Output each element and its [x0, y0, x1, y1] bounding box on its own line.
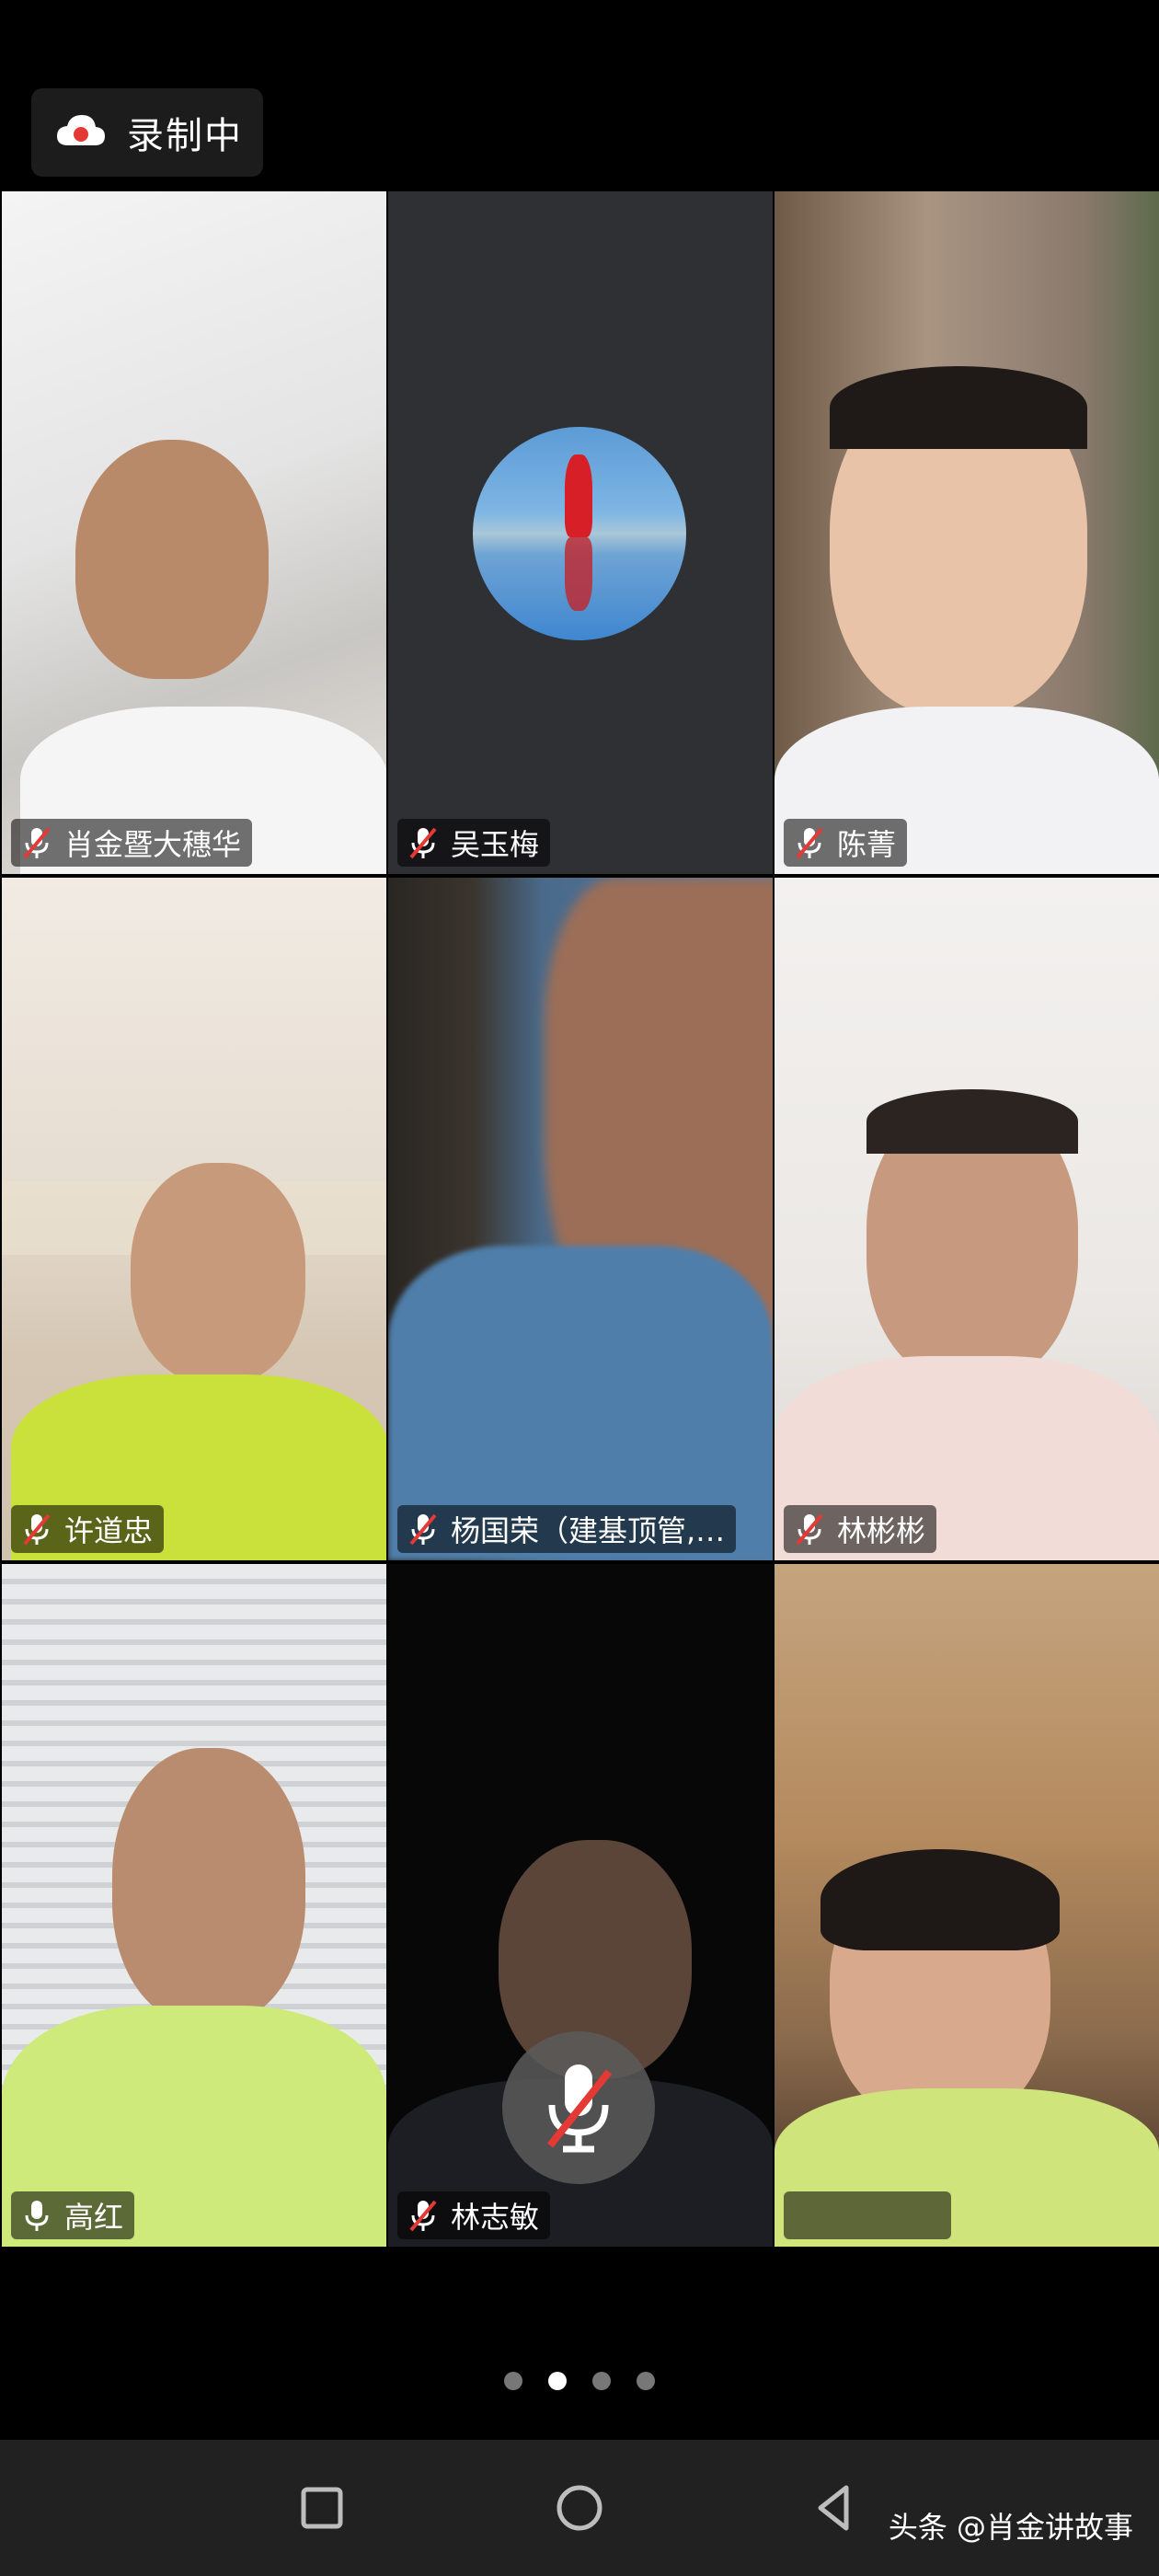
- recording-indicator[interactable]: 录制中: [31, 88, 263, 177]
- participant-tile[interactable]: 许道忠: [2, 878, 386, 1560]
- participant-name: 肖金暨大穗华: [64, 827, 242, 862]
- muted-mic-icon: [796, 827, 823, 859]
- cloud-record-icon: [57, 115, 105, 145]
- page-dot[interactable]: [637, 2372, 655, 2390]
- watermark: 头条 @肖金讲故事: [888, 2510, 1133, 2545]
- participant-avatar: [473, 427, 686, 640]
- participant-tile[interactable]: 肖金暨大穗华: [2, 191, 386, 874]
- participant-name: 林志敏: [451, 2200, 540, 2235]
- participant-face: [75, 440, 269, 679]
- participant-name-chip: 林志敏: [397, 2191, 551, 2239]
- page-dot-active[interactable]: [548, 2372, 567, 2390]
- participant-name: 杨国荣（建基顶管,…: [451, 1513, 726, 1548]
- participant-tile[interactable]: 陈菁: [775, 191, 1159, 874]
- participant-hair: [830, 366, 1087, 449]
- mute-toggle-button[interactable]: [502, 2031, 655, 2184]
- participant-name: 吴玉梅: [451, 827, 540, 862]
- participant-tile[interactable]: 林彬彬: [775, 878, 1159, 1560]
- page-dot[interactable]: [592, 2372, 611, 2390]
- participant-name: 陈菁: [837, 827, 897, 862]
- muted-mic-icon: [23, 1513, 51, 1546]
- participant-name-chip: [784, 2191, 951, 2239]
- muted-mic-icon: [409, 2200, 437, 2232]
- participant-face: [131, 1163, 305, 1384]
- mic-icon: [25, 2201, 49, 2231]
- participant-name-chip: 吴玉梅: [397, 819, 551, 867]
- participant-name-chip: 高红: [11, 2191, 135, 2239]
- participant-tile[interactable]: 高红: [2, 1564, 386, 2247]
- muted-mic-icon: [409, 1513, 437, 1546]
- muted-mic-icon: [409, 827, 437, 859]
- page-indicator[interactable]: [0, 2372, 1159, 2390]
- home-icon[interactable]: [552, 2480, 607, 2536]
- participant-name-chip: 肖金暨大穗华: [11, 819, 253, 867]
- participant-name-chip: 许道忠: [11, 1505, 165, 1553]
- participant-tile[interactable]: 吴玉梅: [388, 191, 773, 874]
- participant-name-chip: 杨国荣（建基顶管,…: [397, 1505, 737, 1553]
- muted-mic-icon: [546, 2064, 613, 2153]
- back-icon[interactable]: [808, 2480, 863, 2536]
- participant-name: 林彬彬: [837, 1513, 926, 1548]
- participant-hair: [866, 1089, 1078, 1154]
- participant-name: 高红: [64, 2200, 124, 2235]
- participant-face: [112, 1748, 305, 2024]
- recents-icon[interactable]: [294, 2480, 350, 2536]
- participant-tile[interactable]: [775, 1564, 1159, 2247]
- participant-tile[interactable]: 杨国荣（建基顶管,…: [388, 878, 773, 1560]
- participant-name-chip: 林彬彬: [784, 1505, 937, 1553]
- recording-label: 录制中: [127, 115, 243, 157]
- participant-name: 许道忠: [64, 1513, 154, 1548]
- muted-mic-icon: [23, 827, 51, 859]
- participant-hair: [820, 1849, 1060, 1950]
- muted-mic-icon: [796, 1513, 823, 1546]
- participant-name-chip: 陈菁: [784, 819, 908, 867]
- page-dot[interactable]: [504, 2372, 522, 2390]
